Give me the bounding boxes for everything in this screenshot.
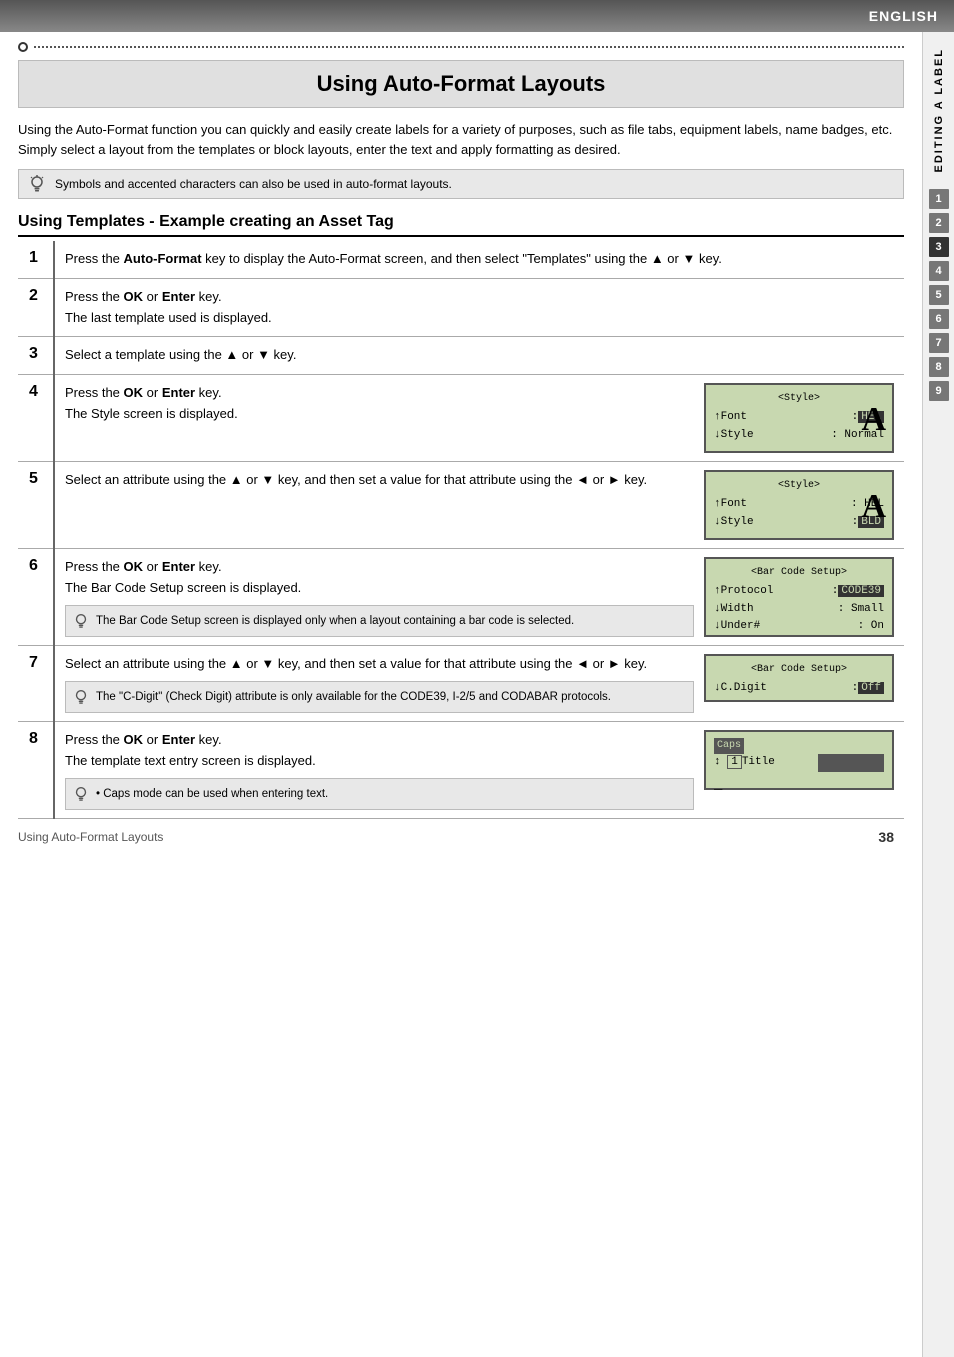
lightbulb-icon-6: [72, 612, 90, 630]
step-row-8: 8 Press the OK or Enter key. The templat…: [18, 722, 904, 819]
sidebar-num-6: 6: [929, 309, 949, 329]
step-content-5: Select an attribute using the ▲ or ▼ key…: [54, 462, 904, 549]
step-row-3: 3 Select a template using the ▲ or ▼ key…: [18, 337, 904, 375]
step-num-1: 1: [18, 241, 54, 278]
step-note-8: • Caps mode can be used when entering te…: [65, 778, 694, 810]
step-num-4: 4: [18, 375, 54, 462]
step-text-5: Select an attribute using the ▲ or ▼ key…: [65, 470, 694, 491]
section-title: Using Templates - Example creating an As…: [18, 213, 904, 237]
sidebar-num-9: 9: [929, 381, 949, 401]
step-content-6: Press the OK or Enter key. The Bar Code …: [54, 549, 904, 646]
right-sidebar: EDITING A LABEL 1 2 3 4 5 6 7 8 9: [922, 32, 954, 1357]
step-num-8: 8: [18, 722, 54, 819]
step-text-4: Press the OK or Enter key. The Style scr…: [65, 383, 694, 425]
lightbulb-icon-7: [72, 688, 90, 706]
sidebar-num-3: 3: [929, 237, 949, 257]
note-symbols-text: Symbols and accented characters can also…: [55, 177, 452, 191]
sidebar-num-1: 1: [929, 189, 949, 209]
step-image-8: Caps ↕ 1Title _: [704, 730, 894, 790]
intro-text: Using the Auto-Format function you can q…: [18, 120, 904, 159]
step-num-5: 5: [18, 462, 54, 549]
step-image-5: <Style> ↑Font : HEL ↓Style :BLD A: [704, 470, 894, 540]
step-image-6: <Bar Code Setup> ↑Protocol :CODE39 ↓Widt…: [704, 557, 894, 637]
sidebar-numbers: 1 2 3 4 5 6 7 8 9: [929, 189, 949, 401]
title-box: Using Auto-Format Layouts: [18, 60, 904, 108]
sidebar-num-5: 5: [929, 285, 949, 305]
step-row-1: 1 Press the Auto-Format key to display t…: [18, 241, 904, 278]
step-content-1: Press the Auto-Format key to display the…: [54, 241, 904, 278]
step-content-4: Press the OK or Enter key. The Style scr…: [54, 375, 904, 462]
sidebar-num-4: 4: [929, 261, 949, 281]
step-num-6: 6: [18, 549, 54, 646]
step-content-3: Select a template using the ▲ or ▼ key.: [54, 337, 904, 375]
sidebar-num-7: 7: [929, 333, 949, 353]
dotted-separator: [18, 42, 904, 52]
footer-row: Using Auto-Format Layouts 38: [18, 829, 904, 845]
footer-text: Using Auto-Format Layouts: [18, 830, 163, 844]
step-content-8: Press the OK or Enter key. The template …: [54, 722, 904, 819]
step-text-7: Select an attribute using the ▲ or ▼ key…: [65, 654, 694, 713]
step-num-7: 7: [18, 646, 54, 722]
page-number: 38: [878, 829, 894, 845]
language-label: ENGLISH: [869, 8, 938, 24]
step-row-7: 7 Select an attribute using the ▲ or ▼ k…: [18, 646, 904, 722]
dot-circle: [18, 42, 28, 52]
step-content-7: Select an attribute using the ▲ or ▼ key…: [54, 646, 904, 722]
step-text-8: Press the OK or Enter key. The template …: [65, 730, 694, 810]
step-row-2: 2 Press the OK or Enter key. The last te…: [18, 278, 904, 337]
sidebar-num-8: 8: [929, 357, 949, 377]
lightbulb-icon: [27, 174, 47, 194]
dots-row: [34, 46, 904, 48]
step-note-6: The Bar Code Setup screen is displayed o…: [65, 605, 694, 637]
step-text-6: Press the OK or Enter key. The Bar Code …: [65, 557, 694, 637]
sidebar-num-2: 2: [929, 213, 949, 233]
step-note-7: The "C-Digit" (Check Digit) attribute is…: [65, 681, 694, 713]
step-num-3: 3: [18, 337, 54, 375]
steps-table: 1 Press the Auto-Format key to display t…: [18, 241, 904, 819]
step-image-4: <Style> ↑Font :HEL ↓Style : Normal A: [704, 383, 894, 453]
step-content-2: Press the OK or Enter key. The last temp…: [54, 278, 904, 337]
top-bar: ENGLISH: [0, 0, 954, 32]
main-content: Using Auto-Format Layouts Using the Auto…: [0, 42, 922, 875]
step-num-2: 2: [18, 278, 54, 337]
step-image-7: <Bar Code Setup> ↓C.Digit :Off: [704, 654, 894, 702]
sidebar-label: EDITING A LABEL: [933, 48, 945, 173]
step-row-4: 4 Press the OK or Enter key. The Style s…: [18, 375, 904, 462]
note-symbols-box: Symbols and accented characters can also…: [18, 169, 904, 199]
lightbulb-icon-8: [72, 785, 90, 803]
step-row-6: 6 Press the OK or Enter key. The Bar Cod…: [18, 549, 904, 646]
step-row-5: 5 Select an attribute using the ▲ or ▼ k…: [18, 462, 904, 549]
page-title: Using Auto-Format Layouts: [29, 71, 893, 97]
